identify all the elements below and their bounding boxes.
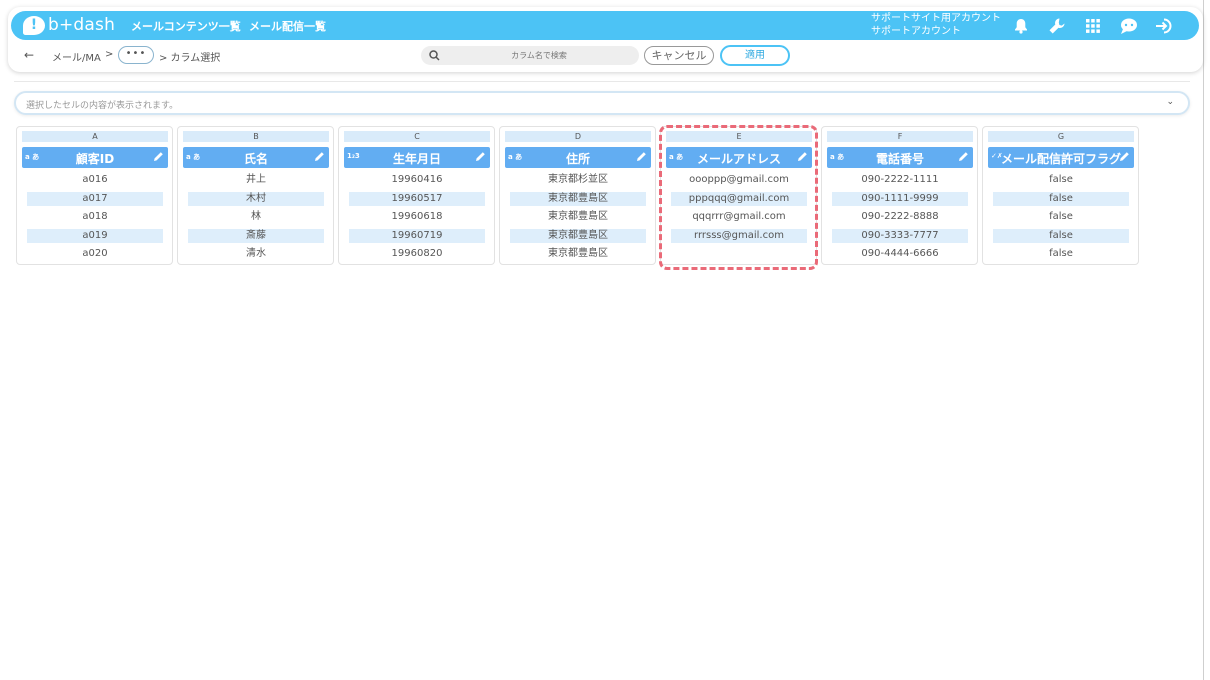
wrench-icon[interactable] (1047, 16, 1067, 36)
account-site-label: サポートサイト用アカウント (871, 13, 1001, 24)
pencil-icon[interactable] (475, 151, 486, 162)
logo[interactable]: ! b+dash (23, 14, 115, 36)
top-navigation-bar: ! b+dash メールコンテンツ一覧 メール配信一覧 サポートサイト用アカウン… (11, 11, 1199, 40)
column-card-b[interactable]: B a あ 氏名 井上木村林斎藤清水 (177, 126, 334, 265)
column-name: 電話番号 (875, 152, 924, 166)
column-letter: B (183, 131, 329, 142)
search-icon (429, 50, 440, 61)
chat-icon[interactable] (1119, 16, 1139, 36)
table-cell[interactable]: 19960416 (349, 173, 485, 187)
nav-mail-contents[interactable]: メールコンテンツ一覧 (131, 18, 241, 34)
account-name: サポートアカウント (871, 26, 961, 37)
table-cell[interactable]: 清水 (188, 247, 324, 261)
table-cell[interactable]: 林 (188, 210, 324, 224)
bell-icon[interactable] (1011, 16, 1031, 36)
table-cell[interactable]: 19960517 (349, 192, 485, 206)
nav-mail-delivery[interactable]: メール配信一覧 (249, 18, 326, 34)
table-cell[interactable]: 東京都豊島区 (510, 192, 646, 206)
table-cell[interactable]: a019 (27, 229, 163, 243)
table-cell[interactable]: false (993, 229, 1129, 243)
table-cell[interactable]: 090-4444-6666 (832, 247, 968, 261)
column-name: メール配信許可フラグ (1000, 152, 1121, 166)
column-letter: A (22, 131, 168, 142)
table-cell[interactable]: 東京都豊島区 (510, 210, 646, 224)
pencil-icon[interactable] (153, 151, 164, 162)
column-header[interactable]: a あ 電話番号 (827, 147, 973, 168)
breadcrumb-separator: > (105, 49, 114, 60)
pencil-icon[interactable] (1119, 151, 1130, 162)
column-card-f[interactable]: F a あ 電話番号 090-2222-1111 090-1111-9999 090… (821, 126, 978, 265)
page-edge (1203, 0, 1204, 680)
account-info[interactable]: サポートサイト用アカウント サポートアカウント (871, 12, 1001, 38)
table-cell[interactable]: 東京都杉並区 (510, 173, 646, 187)
column-header[interactable]: ✓✗ メール配信許可フラグ (988, 147, 1134, 168)
table-cell[interactable]: false (993, 210, 1129, 224)
cancel-button[interactable]: キャンセル (644, 46, 714, 65)
breadcrumb-current: > カラム選択 (159, 53, 221, 64)
cell-content-placeholder: 選択したセルの内容が表示されます。 (26, 101, 179, 111)
table-cell[interactable]: a016 (27, 173, 163, 187)
chevron-down-icon[interactable]: ⌄ (1166, 97, 1174, 107)
table-cell[interactable]: 東京都豊島区 (510, 247, 646, 261)
table-cell[interactable]: 19960719 (349, 229, 485, 243)
table-cell[interactable]: 東京都豊島区 (510, 229, 646, 243)
column-header[interactable]: a あ 住所 (505, 147, 651, 168)
column-letter: C (344, 131, 490, 142)
apply-button[interactable]: 適用 (720, 45, 790, 66)
divider (14, 81, 1190, 82)
grid-icon[interactable] (1083, 16, 1103, 36)
column-card-a[interactable]: A a あ 顧客ID a016 a017 a018 a019 a020 (16, 126, 173, 265)
table-cell[interactable]: 斎藤 (188, 229, 324, 243)
cell-content-bar[interactable]: 選択したセルの内容が表示されます。 ⌄ (14, 91, 1190, 115)
column-header[interactable]: 1₂3 生年月日 (344, 147, 490, 168)
selected-column-highlight (659, 125, 818, 270)
column-letter: G (988, 131, 1134, 142)
table-cell[interactable]: false (993, 247, 1129, 261)
column-card-c[interactable]: C 1₂3 生年月日 19960416 19960517 19960618 19960… (338, 126, 495, 265)
column-header[interactable]: a あ 氏名 (183, 147, 329, 168)
table-cell[interactable]: a020 (27, 247, 163, 261)
back-arrow-icon[interactable]: ← (24, 48, 34, 62)
pencil-icon[interactable] (958, 151, 969, 162)
breadcrumb-ellipsis-button[interactable]: ••• (118, 46, 154, 64)
table-cell[interactable]: 19960618 (349, 210, 485, 224)
table-cell[interactable]: a017 (27, 192, 163, 206)
column-name: 氏名 (243, 152, 268, 166)
table-cell[interactable]: 090-2222-8888 (832, 210, 968, 224)
column-name: 生年月日 (392, 152, 441, 166)
table-cell[interactable]: 井上 (188, 173, 324, 187)
pencil-icon[interactable] (636, 151, 647, 162)
breadcrumb-root[interactable]: メール/MA (52, 49, 101, 64)
table-cell[interactable]: a018 (27, 210, 163, 224)
logout-icon[interactable] (1155, 16, 1175, 36)
search-input[interactable] (449, 47, 629, 64)
column-name: 住所 (565, 152, 590, 166)
column-letter: D (505, 131, 651, 142)
table-cell[interactable]: false (993, 173, 1129, 187)
logo-mark: ! (23, 15, 45, 35)
column-card-g[interactable]: G ✓✗ メール配信許可フラグ false false false false fals… (982, 126, 1139, 265)
header: ! b+dash メールコンテンツ一覧 メール配信一覧 サポートサイト用アカウン… (8, 7, 1203, 72)
table-cell[interactable]: false (993, 192, 1129, 206)
table-cell[interactable]: 19960820 (349, 247, 485, 261)
column-header[interactable]: a あ 顧客ID (22, 147, 168, 168)
table-cell[interactable]: 090-2222-1111 (832, 173, 968, 187)
column-card-d[interactable]: D a あ 住所 東京都杉並区 東京都豊島区 東京都豊島区 東京都豊島区 東京都豊島区 (499, 126, 656, 265)
table-cell[interactable]: 木村 (188, 192, 324, 206)
table-cell[interactable]: 090-1111-9999 (832, 192, 968, 206)
column-name: 顧客ID (75, 152, 115, 166)
pencil-icon[interactable] (314, 151, 325, 162)
table-cell[interactable]: 090-3333-7777 (832, 229, 968, 243)
sub-toolbar: ← メール/MA > ••• > カラム選択 キャンセル 適用 (8, 44, 1203, 68)
column-search[interactable] (421, 46, 639, 65)
logo-text: b+dash (48, 15, 116, 35)
column-letter: F (827, 131, 973, 142)
